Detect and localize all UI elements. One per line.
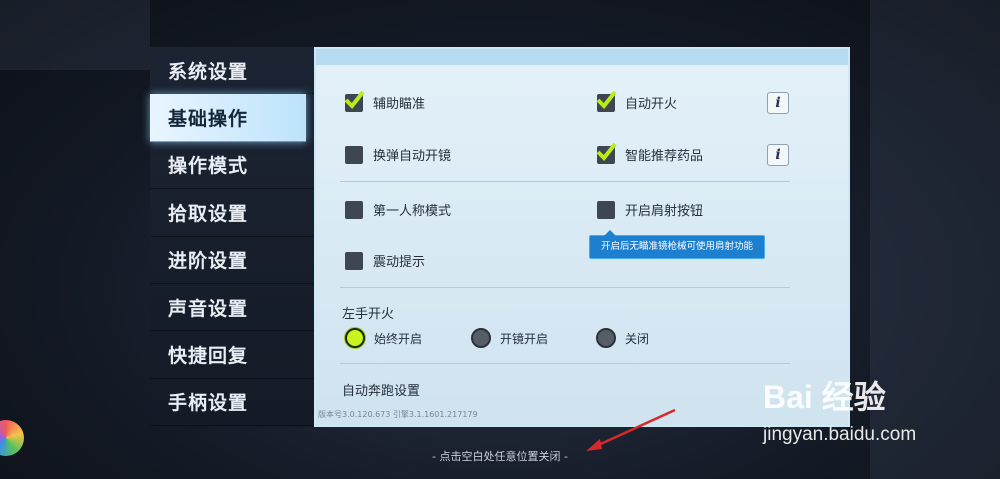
- sidebar-item-quick-reply[interactable]: 快捷回复: [150, 331, 314, 379]
- first-person-option[interactable]: 第一人称模式: [345, 200, 451, 219]
- sidebar-item-label: 快捷回复: [168, 345, 249, 368]
- info-icon[interactable]: i: [767, 92, 789, 114]
- radio-button[interactable]: [596, 328, 616, 348]
- sidebar-item-label: 系统设置: [168, 60, 249, 83]
- radio-label: 开镜开启: [500, 331, 549, 346]
- radio-button[interactable]: [471, 328, 491, 348]
- checkbox[interactable]: [597, 200, 615, 219]
- radio-button[interactable]: [345, 328, 365, 348]
- option-label: 第一人称模式: [373, 204, 452, 219]
- watermark-url: jingyan.baidu.com: [763, 424, 917, 445]
- option-label: 自动开火: [625, 97, 678, 112]
- checkbox[interactable]: [345, 251, 363, 270]
- sidebar-item-label: 基础操作: [168, 108, 249, 131]
- left-fire-always-radio[interactable]: 始终开启: [345, 328, 422, 348]
- option-label: 辅助瞄准: [373, 97, 426, 112]
- check-icon: [596, 142, 617, 161]
- divider: [340, 363, 790, 364]
- checkbox[interactable]: [345, 145, 363, 164]
- radio-label: 始终开启: [374, 331, 423, 346]
- sidebar-item-controller[interactable]: 手柄设置: [150, 379, 314, 427]
- baidu-watermark: Bai 经验 jingyan.baidu.com: [763, 372, 916, 446]
- checkbox[interactable]: [596, 90, 617, 112]
- background-panel: [0, 0, 150, 70]
- settings-panel: 辅助瞄准 自动开火 i 换弹自动开镜 智能推荐药品 i 第一人称模式 开启肩射按…: [314, 47, 850, 427]
- sidebar-item-sound[interactable]: 声音设置: [150, 284, 314, 332]
- sidebar-item-system[interactable]: 系统设置: [150, 47, 314, 95]
- checkbox[interactable]: [345, 200, 363, 219]
- auto-run-title: 自动奔跑设置: [342, 384, 421, 399]
- smart-meds-option[interactable]: 智能推荐药品: [596, 142, 704, 164]
- sidebar-item-label: 拾取设置: [168, 202, 249, 225]
- check-icon: [344, 90, 365, 109]
- shoulder-fire-tooltip: 开启后无瞄准镜枪械可使用肩射功能: [589, 230, 765, 259]
- sidebar-item-label: 操作模式: [168, 155, 249, 178]
- watermark-logo: Bai 经验: [763, 379, 886, 415]
- left-fire-scope-radio[interactable]: 开镜开启: [471, 328, 548, 348]
- vibration-option[interactable]: 震动提示: [345, 251, 425, 270]
- settings-sidebar: 系统设置 基础操作 操作模式 拾取设置 进阶设置 声音设置 快捷回复 手柄设置: [150, 47, 315, 427]
- close-hint[interactable]: - 点击空白处任意位置关闭 -: [0, 448, 1000, 464]
- checkbox[interactable]: [596, 142, 617, 164]
- sidebar-item-label: 进阶设置: [168, 250, 249, 273]
- auto-scope-reload-option[interactable]: 换弹自动开镜: [345, 145, 451, 164]
- panel-header-bar: [316, 49, 848, 65]
- sidebar-item-pickup[interactable]: 拾取设置: [150, 189, 314, 237]
- sidebar-item-control-mode[interactable]: 操作模式: [150, 142, 314, 190]
- version-text: 版本号3.0.120.673 引擎3.1.1601.217179: [318, 410, 478, 419]
- checkbox[interactable]: [344, 90, 365, 112]
- auto-fire-option[interactable]: 自动开火: [596, 90, 678, 112]
- option-label: 换弹自动开镜: [373, 149, 452, 164]
- option-label: 智能推荐药品: [625, 149, 704, 164]
- divider: [340, 287, 790, 288]
- shoulder-fire-option[interactable]: 开启肩射按钮: [597, 200, 703, 219]
- option-label: 开启肩射按钮: [625, 204, 704, 219]
- sidebar-item-advanced[interactable]: 进阶设置: [150, 237, 314, 284]
- option-label: 震动提示: [373, 255, 426, 270]
- sidebar-item-basic-controls[interactable]: 基础操作: [150, 94, 306, 142]
- left-fire-title: 左手开火: [342, 307, 395, 322]
- divider: [340, 181, 790, 182]
- sidebar-item-label: 手柄设置: [168, 392, 249, 415]
- aim-assist-option[interactable]: 辅助瞄准: [344, 90, 426, 112]
- info-icon[interactable]: i: [767, 144, 789, 166]
- sidebar-item-label: 声音设置: [168, 297, 249, 320]
- radio-label: 关闭: [625, 331, 650, 346]
- left-fire-off-radio[interactable]: 关闭: [596, 328, 649, 348]
- check-icon: [596, 90, 617, 109]
